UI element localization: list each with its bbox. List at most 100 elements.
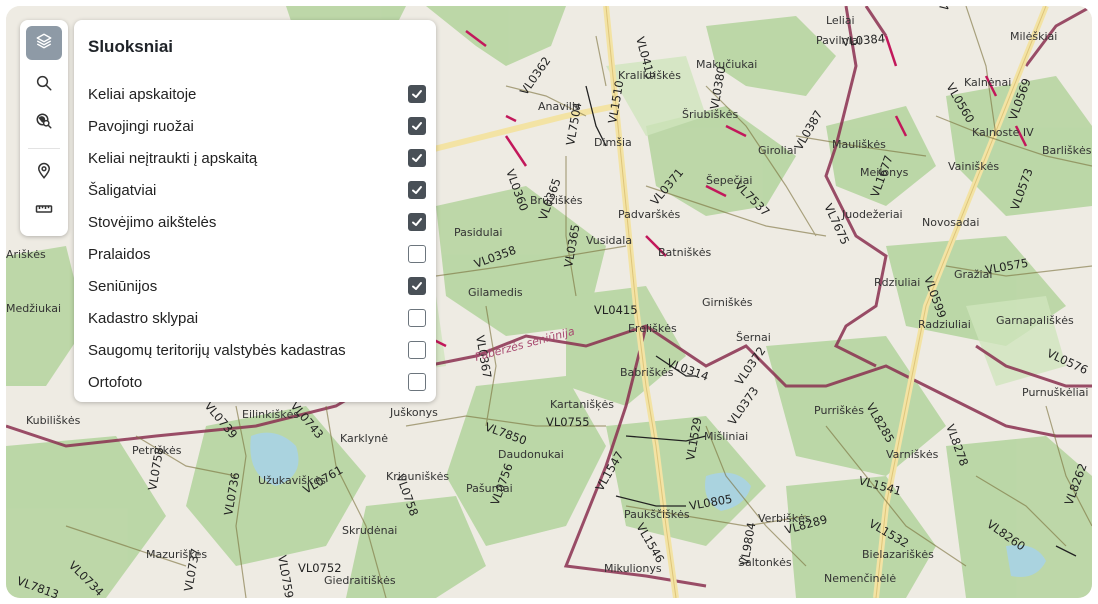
search-location-button[interactable]: [26, 106, 62, 140]
search-button[interactable]: [26, 68, 62, 102]
svg-text:VL0415: VL0415: [594, 303, 638, 317]
layer-label: Šaligatviai: [88, 181, 157, 199]
svg-text:Kraliktiškės: Kraliktiškės: [618, 69, 681, 82]
svg-text:Giedraitiškės: Giedraitiškės: [324, 574, 396, 587]
svg-text:Anavilis: Anavilis: [538, 100, 581, 113]
layer-item[interactable]: Pralaidos: [88, 242, 426, 266]
layer-item[interactable]: Stovėjimo aikštelės: [88, 210, 426, 234]
svg-text:Makučiukai: Makučiukai: [696, 58, 757, 71]
layer-checkbox[interactable]: [408, 309, 426, 327]
svg-text:Juodežeriai: Juodežeriai: [841, 208, 903, 221]
svg-text:Dimšia: Dimšia: [594, 136, 632, 149]
layer-checkbox[interactable]: [408, 373, 426, 391]
layer-item[interactable]: Kadastro sklypai: [88, 306, 426, 330]
svg-text:Brūžiškės: Brūžiškės: [530, 194, 583, 207]
svg-text:Ariškės: Ariškės: [6, 248, 46, 261]
layer-item[interactable]: Ortofoto: [88, 370, 426, 394]
layer-label: Keliai apskaitoje: [88, 85, 197, 103]
layer-checkbox[interactable]: [408, 149, 426, 167]
svg-text:Pavilniai: Pavilniai: [816, 34, 861, 47]
svg-text:Kriauniškės: Kriauniškės: [386, 470, 449, 483]
layer-item[interactable]: Seniūnijos: [88, 274, 426, 298]
layer-item[interactable]: Keliai neįtraukti į apskaitą: [88, 146, 426, 170]
svg-text:Pašurnai: Pašurnai: [466, 482, 513, 495]
svg-text:Kalnoste IV: Kalnoste IV: [972, 126, 1034, 139]
svg-text:Šriubiškės: Šriubiškės: [682, 108, 738, 121]
svg-text:Ereliškės: Ereliškės: [628, 322, 677, 335]
location-button[interactable]: [26, 156, 62, 190]
layer-checkbox[interactable]: [408, 117, 426, 135]
measure-button[interactable]: [26, 194, 62, 228]
layer-label: Stovėjimo aikštelės: [88, 213, 217, 231]
layer-label: Pralaidos: [88, 245, 151, 263]
svg-text:Meilonys: Meilonys: [860, 166, 909, 179]
svg-text:Varniškės: Varniškės: [886, 448, 939, 461]
svg-text:Šernai: Šernai: [736, 331, 771, 344]
layer-checkbox[interactable]: [408, 85, 426, 103]
svg-text:Mauliškės: Mauliškės: [832, 138, 886, 151]
layer-label: Kadastro sklypai: [88, 309, 199, 327]
svg-text:Batniškės: Batniškės: [658, 246, 711, 259]
map-toolbar: [20, 20, 68, 236]
layer-item[interactable]: Šaligatviai: [88, 178, 426, 202]
svg-text:Padvarškės: Padvarškės: [618, 208, 681, 221]
svg-text:Babriškės: Babriškės: [620, 366, 674, 379]
layer-checkbox[interactable]: [408, 341, 426, 359]
layer-label: Ortofoto: [88, 373, 143, 391]
checkmark-icon: [412, 218, 422, 226]
svg-text:Novosadai: Novosadai: [922, 216, 979, 229]
svg-text:Leliai: Leliai: [826, 14, 855, 27]
svg-text:Gilamedis: Gilamedis: [468, 286, 523, 299]
svg-text:Vainiškės: Vainiškės: [948, 160, 999, 173]
checkmark-icon: [412, 122, 422, 130]
svg-text:Karklynė: Karklynė: [340, 432, 388, 445]
svg-text:VL0752: VL0752: [298, 561, 342, 575]
svg-text:Vusidala: Vusidala: [586, 234, 632, 247]
svg-text:Šaltonkės: Šaltonkės: [738, 556, 792, 569]
layer-label: Saugomų teritorijų valstybės kadastras: [88, 341, 346, 359]
layers-icon: [35, 32, 53, 55]
svg-text:Petriškės: Petriškės: [132, 444, 182, 457]
svg-text:Barliškės: Barliškės: [1042, 144, 1092, 157]
svg-text:Garnapališkės: Garnapališkės: [996, 314, 1074, 327]
layer-checkbox[interactable]: [408, 277, 426, 295]
svg-text:Purriškės: Purriškės: [814, 404, 864, 417]
svg-text:Mazuriškės: Mazuriškės: [146, 548, 207, 561]
layer-item[interactable]: Pavojingi ruožai: [88, 114, 426, 138]
layer-item[interactable]: Saugomų teritorijų valstybės kadastras: [88, 338, 426, 362]
svg-text:Daudonukai: Daudonukai: [498, 448, 564, 461]
svg-text:Bielazariškės: Bielazariškės: [862, 548, 934, 561]
svg-text:Skrudėnai: Skrudėnai: [342, 524, 397, 537]
layer-checkbox[interactable]: [408, 213, 426, 231]
svg-text:Medžiukai: Medžiukai: [6, 302, 61, 315]
layers-button[interactable]: [26, 26, 62, 60]
svg-text:Mikulionys: Mikulionys: [604, 562, 662, 575]
search-icon: [35, 74, 53, 97]
map-frame: VL0358 VL0360 VL0365 VL0365 VL0362 VL036…: [6, 6, 1092, 598]
svg-text:VL0755: VL0755: [546, 415, 590, 429]
svg-text:Šepečiai: Šepečiai: [706, 174, 752, 187]
location-pin-icon: [35, 162, 53, 185]
svg-text:Radziuliai: Radziuliai: [918, 318, 971, 331]
panel-title: Sluoksniai: [88, 37, 174, 56]
svg-text:Rdziuliai: Rdziuliai: [874, 276, 920, 289]
svg-text:Nemenčinėlė: Nemenčinėlė: [824, 572, 896, 585]
svg-text:Pasidulai: Pasidulai: [454, 226, 502, 239]
checkmark-icon: [412, 90, 422, 98]
layer-item[interactable]: Keliai apskaitoje: [88, 82, 426, 106]
checkmark-icon: [412, 282, 422, 290]
svg-text:Girniškės: Girniškės: [702, 296, 753, 309]
layer-checkbox[interactable]: [408, 245, 426, 263]
svg-text:Mišliniai: Mišliniai: [704, 430, 748, 443]
checkmark-icon: [412, 154, 422, 162]
svg-text:Paukščiškės: Paukščiškės: [624, 508, 690, 521]
svg-text:Milėškiai: Milėškiai: [1010, 30, 1057, 43]
svg-text:Eilinkiškės: Eilinkiškės: [242, 408, 299, 421]
layer-label: Pavojingi ruožai: [88, 117, 194, 135]
layer-checkbox[interactable]: [408, 181, 426, 199]
svg-text:Verbiškės: Verbiškės: [758, 512, 811, 525]
layers-panel: Sluoksniai Keliai apskaitoje Pavojingi ru…: [74, 20, 436, 402]
svg-text:Kalnėnai: Kalnėnai: [964, 76, 1011, 89]
svg-text:Gražiai: Gražiai: [954, 268, 992, 281]
toolbar-divider: [28, 148, 60, 149]
